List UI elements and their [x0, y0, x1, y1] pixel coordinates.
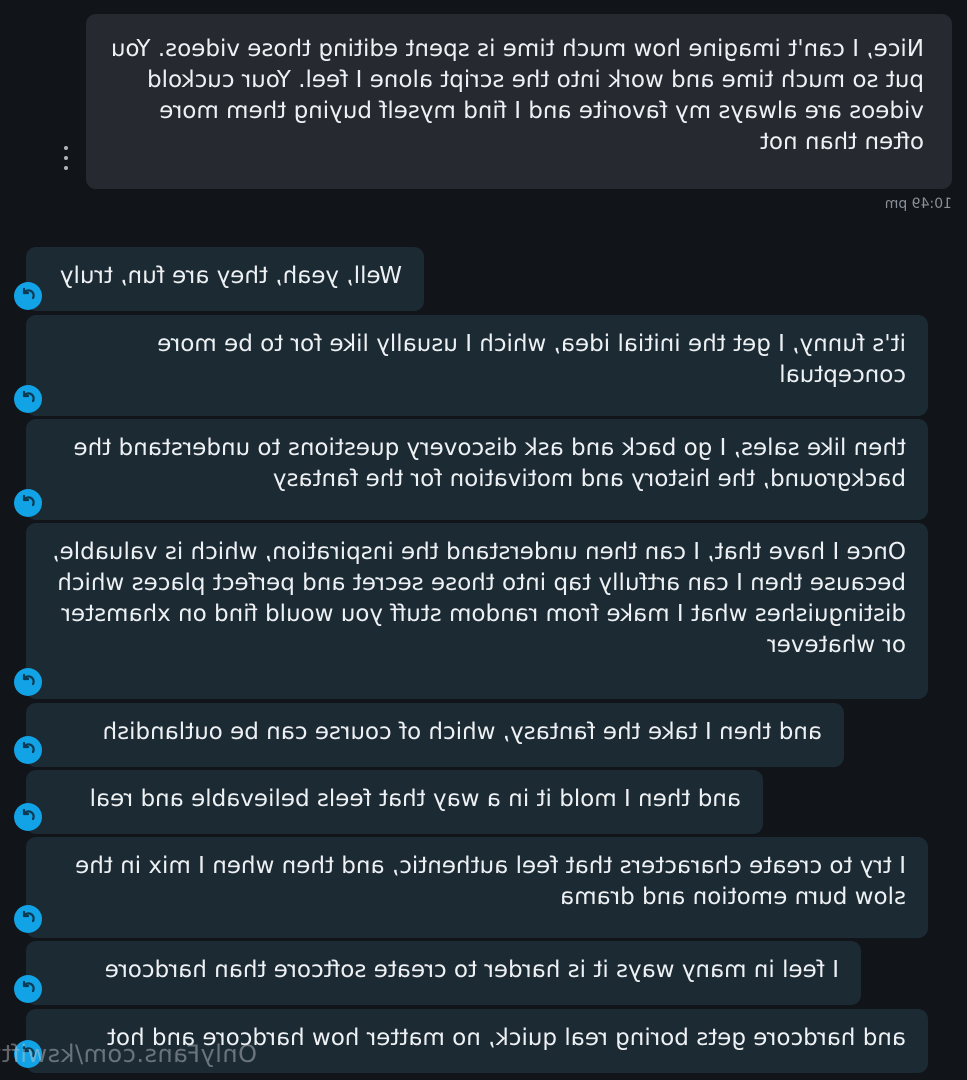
received-message-text: Well, yeah, they are fun, truly — [59, 263, 402, 289]
chat-view: Nice, I can't imagine how much time is s… — [0, 0, 967, 1080]
received-message-bubble[interactable]: and then I mold it in a way that feels b… — [26, 770, 763, 834]
received-message-text: Once I have that, I can then understand … — [52, 539, 906, 658]
redo-arrow-icon — [14, 385, 42, 413]
received-message-bubble[interactable]: it's funny, I get the initial idea, whic… — [26, 315, 928, 416]
sent-message-bubble[interactable]: Nice, I can't imagine how much time is s… — [86, 14, 952, 189]
received-message-text: I try to create characters that feel aut… — [75, 853, 906, 910]
received-message-bubble[interactable]: and then I take the fantasy, which of co… — [26, 703, 844, 767]
received-message-bubble[interactable]: Once I have that, I can then understand … — [26, 523, 928, 699]
message-timestamp: 10:49 pm — [884, 196, 952, 212]
received-message-bubble[interactable]: I try to create characters that feel aut… — [26, 837, 928, 938]
received-message-text: and then I take the fantasy, which of co… — [102, 719, 823, 745]
received-message-text: then like sales, I go back and ask disco… — [73, 435, 906, 492]
received-message-bubble[interactable]: then like sales, I go back and ask disco… — [26, 419, 928, 520]
more-vertical-icon[interactable] — [61, 146, 71, 170]
redo-arrow-icon — [14, 489, 42, 517]
redo-arrow-icon — [14, 905, 42, 933]
redo-arrow-icon — [14, 668, 42, 696]
redo-arrow-icon — [14, 975, 42, 1003]
watermark-text: OnlyFans.com/kswifty — [0, 1040, 257, 1068]
received-message-bubble[interactable]: I feel in many ways it is harder to crea… — [26, 941, 861, 1005]
received-message-text: and then I mold it in a way that feels b… — [89, 786, 741, 812]
sent-message-text: Nice, I can't imagine how much time is s… — [110, 36, 924, 155]
received-message-text: it's funny, I get the initial idea, whic… — [157, 331, 906, 388]
redo-arrow-icon — [14, 736, 42, 764]
redo-arrow-icon — [14, 282, 42, 310]
redo-arrow-icon — [14, 803, 42, 831]
received-message-bubble[interactable]: Well, yeah, they are fun, truly — [26, 247, 424, 311]
received-message-text: I feel in many ways it is harder to crea… — [104, 957, 839, 983]
